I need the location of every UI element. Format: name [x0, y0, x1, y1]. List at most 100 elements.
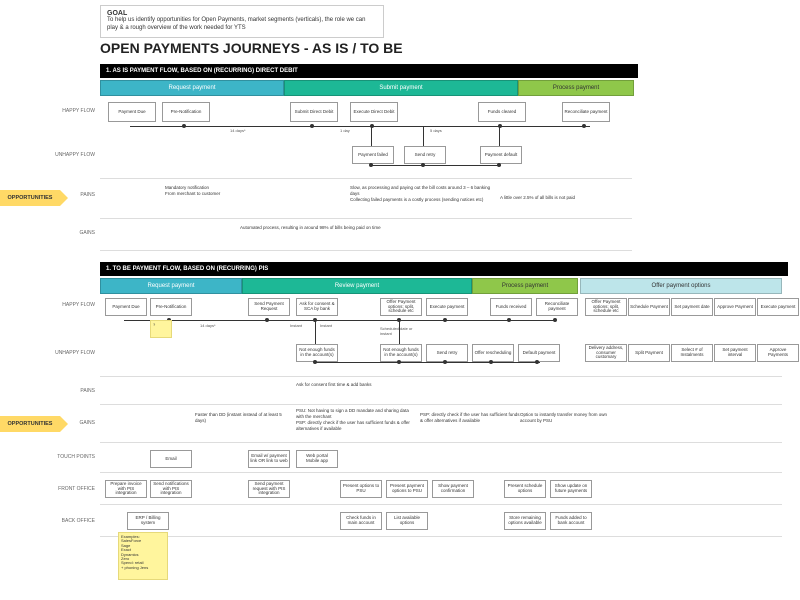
dot	[443, 318, 447, 322]
opt3: Set payment date	[671, 298, 713, 316]
pain2-1: Ask for consent first time & add banks	[296, 382, 396, 388]
timing: 14 days*	[230, 128, 246, 133]
divider	[100, 218, 632, 219]
timing: 14 days*	[200, 323, 216, 328]
row2-unhappy: UNHAPPY FLOW	[55, 350, 95, 356]
gain2-2: PSU: Not having to sign a DD mandate and…	[296, 408, 416, 431]
dot	[507, 318, 511, 322]
row2-happy: HAPPY FLOW	[55, 302, 95, 308]
opt6: Delivery address, consumer customary	[585, 344, 627, 362]
node-submit-dd: Submit Direct Debit	[290, 102, 338, 122]
opt7: Split Payment	[628, 344, 670, 362]
divider	[100, 178, 632, 179]
n-pd: Payment Due	[105, 298, 147, 316]
touch-3: Web portal Mobile app	[296, 450, 338, 468]
fo-8: Show update on future payments	[550, 480, 592, 498]
opt2: Schedule Payment	[628, 298, 670, 316]
node-reconciliate: Reconciliate payment	[562, 102, 610, 122]
divider	[100, 442, 782, 443]
node-payment-due: Payment Due	[108, 102, 156, 122]
fo-5: Present payment options to PSU	[386, 480, 428, 498]
sticky-note-1: ?	[150, 320, 172, 338]
node-execute-dd: Execute Direct Debit	[350, 102, 398, 122]
node-payment-default: Payment default	[480, 146, 522, 164]
goal-title: GOAL	[107, 10, 377, 17]
fo-7: Present schedule options	[504, 480, 546, 498]
sticky-note-2: Examples: SalesForce Sage Exact Dynamics…	[118, 532, 168, 580]
dot	[313, 360, 317, 364]
fo-4: Present options to PSU	[340, 480, 382, 498]
line	[399, 320, 400, 344]
goal-text: To help us identify opportunities for Op…	[107, 17, 377, 33]
divider	[100, 504, 782, 505]
node-pre-notif: Pre-Notification	[162, 102, 210, 122]
section1-title: 1. AS IS PAYMENT FLOW, BASED ON (RECURRI…	[100, 64, 638, 78]
phase2-options: Offer payment options	[580, 278, 782, 294]
touch-1: Email	[150, 450, 192, 468]
divider	[100, 472, 782, 473]
phase2-process: Process payment	[472, 278, 578, 294]
dot	[582, 124, 586, 128]
timing: 1 day	[340, 128, 350, 133]
n-df: Default payment	[518, 344, 560, 362]
n-ne1: Not enough funds in the account(s)	[296, 344, 338, 362]
row2-touch: TOUCH POINTS	[55, 454, 95, 460]
n-ac: Ask for consent & SCA by bank	[296, 298, 338, 316]
dot	[443, 360, 447, 364]
timing: Instant	[290, 323, 302, 328]
dot	[535, 360, 539, 364]
opt8: Select # of Instalments	[671, 344, 713, 362]
dot	[397, 360, 401, 364]
flow-line-1	[130, 126, 590, 127]
dot	[497, 163, 501, 167]
node-payment-failed: Payment failed	[352, 146, 394, 164]
node-send-retry: Send retry	[404, 146, 446, 164]
phase2-review: Review payment	[242, 278, 472, 294]
opt10: Approve Payments	[757, 344, 799, 362]
dot	[369, 163, 373, 167]
page-title: OPEN PAYMENTS JOURNEYS - AS IS / TO BE	[100, 40, 403, 56]
gain2-4: Option to instantly transfer money from …	[520, 412, 620, 424]
row-gains: GAINS	[55, 230, 95, 236]
opt9: Set payment interval	[714, 344, 756, 362]
dot	[553, 318, 557, 322]
fo-1: Prepare invoice with PIS integration	[105, 480, 147, 498]
bo-5: Funds added to bank account	[550, 512, 592, 530]
n-or: Offer rescheduling	[472, 344, 514, 362]
timing: Scheduled date or instant	[380, 326, 420, 336]
opt5: Execute payment	[757, 298, 799, 316]
dot	[421, 163, 425, 167]
line	[371, 126, 372, 146]
n-rc: Reconciliate payment	[536, 298, 578, 316]
line	[315, 362, 540, 363]
fo-2: Send notifications with PIS integration	[150, 480, 192, 498]
row-unhappy: UNHAPPY FLOW	[55, 152, 95, 158]
dot	[265, 318, 269, 322]
row2-front: FRONT OFFICE	[55, 486, 95, 492]
n-sr2: Send retry	[426, 344, 468, 362]
timing: Instant	[320, 323, 332, 328]
bo-3: List available options	[386, 512, 428, 530]
opportunities-arrow-1: OPPORTUNITIES	[0, 190, 60, 206]
divider	[100, 250, 632, 251]
row2-back: BACK OFFICE	[55, 518, 95, 524]
n-fr: Funds received	[490, 298, 532, 316]
line	[423, 126, 424, 146]
section2-title: 1. TO BE PAYMENT FLOW, BASED ON (RECURRI…	[100, 262, 788, 276]
dot	[310, 124, 314, 128]
bo-1: ERP / Billing system	[127, 512, 169, 530]
dot	[182, 124, 186, 128]
timing: 5 days	[430, 128, 442, 133]
line	[371, 165, 501, 166]
node-funds-cleared: Funds cleared	[478, 102, 526, 122]
phase2-request: Request payment	[100, 278, 242, 294]
n-oo: Offer Payment options: split, schedule e…	[380, 298, 422, 316]
bo-2: Check funds in main account	[340, 512, 382, 530]
opt1: Offer Payment options: split, schedule e…	[585, 298, 627, 316]
n-ne2: Not enough funds in the account(s)	[380, 344, 422, 362]
phase-request: Request payment	[100, 80, 284, 96]
gain-1: Automated process, resulting in around 9…	[240, 225, 420, 231]
flow-line-2	[124, 320, 556, 321]
touch-2: Email w/ payment link OR link to web	[248, 450, 290, 468]
gain2-3: PSP: directly check if the user has suff…	[420, 412, 520, 424]
